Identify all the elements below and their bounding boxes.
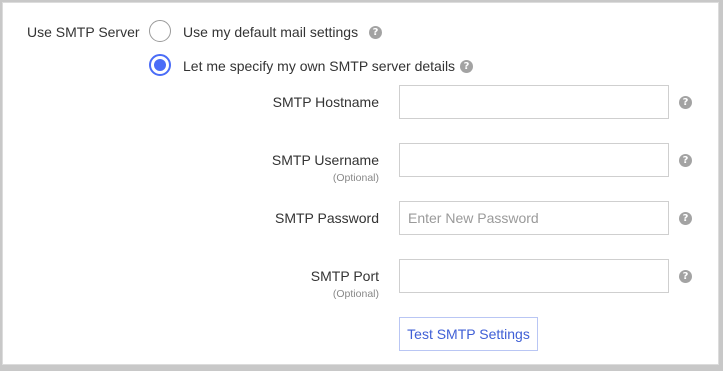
test-smtp-settings-button[interactable]: Test SMTP Settings (399, 317, 538, 351)
smtp-username-input[interactable] (399, 143, 669, 177)
radio-custom-smtp-label[interactable]: Let me specify my own SMTP server detail… (183, 58, 455, 74)
smtp-section-label: Use SMTP Server (27, 24, 140, 40)
radio-default-mail-settings[interactable] (149, 20, 171, 42)
smtp-password-input[interactable] (399, 201, 669, 235)
smtp-password-label: SMTP Password (275, 210, 379, 226)
help-username-icon[interactable]: ? (679, 154, 692, 167)
smtp-port-input[interactable] (399, 259, 669, 293)
help-hostname-icon[interactable]: ? (679, 96, 692, 109)
radio-custom-smtp[interactable] (149, 54, 171, 76)
smtp-port-optional: (Optional) (332, 288, 379, 300)
smtp-hostname-label: SMTP Hostname (272, 94, 379, 110)
smtp-username-optional: (Optional) (332, 172, 379, 184)
smtp-username-label: SMTP Username (271, 152, 379, 168)
smtp-hostname-input[interactable] (399, 85, 669, 119)
help-port-icon[interactable]: ? (679, 270, 692, 283)
help-default-mail-icon[interactable]: ? (369, 26, 382, 39)
radio-default-mail-settings-label[interactable]: Use my default mail settings (183, 24, 358, 40)
smtp-port-label: SMTP Port (310, 268, 379, 284)
smtp-settings-panel: Use SMTP Server Use my default mail sett… (2, 2, 719, 365)
help-password-icon[interactable]: ? (679, 212, 692, 225)
help-custom-smtp-icon[interactable]: ? (460, 60, 473, 73)
